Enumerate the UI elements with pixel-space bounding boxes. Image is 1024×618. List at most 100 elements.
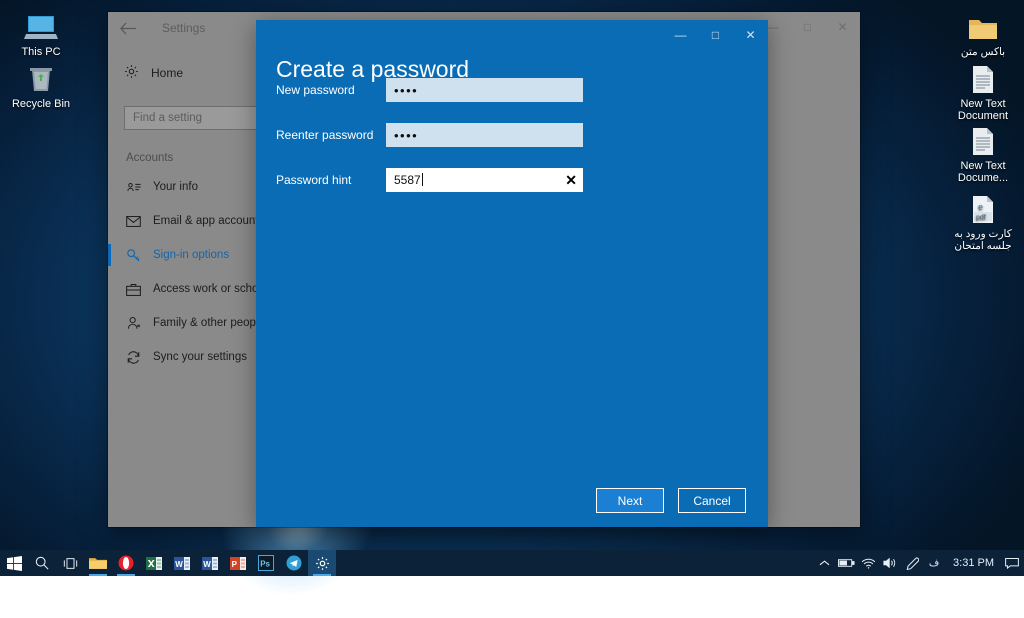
clear-icon[interactable]: ✕ (565, 173, 577, 187)
sidebar-home-label: Home (151, 66, 183, 80)
windows-logo-icon (7, 556, 22, 571)
maximize-button[interactable]: □ (790, 12, 825, 42)
sync-icon (126, 350, 141, 365)
svg-text:W: W (203, 560, 211, 569)
create-password-dialog[interactable]: — □ ✕ Create a password New password •••… (256, 20, 768, 527)
taskbar-clock[interactable]: 3:31 PM (945, 550, 1002, 576)
excel-icon (146, 556, 162, 571)
desktop-icon-label: Recycle Bin (12, 98, 70, 110)
password-hint-input[interactable]: 5587 ✕ (386, 168, 583, 192)
volume-icon[interactable] (879, 550, 901, 576)
photoshop-button[interactable]: Ps (252, 550, 280, 576)
dialog-minimize-button[interactable]: — (663, 20, 698, 50)
dialog-titlebar[interactable]: — □ ✕ (256, 20, 768, 52)
gear-icon (315, 556, 330, 571)
settings-window-title: Settings (162, 21, 205, 35)
cancel-button[interactable]: Cancel (678, 488, 746, 513)
key-icon (126, 248, 141, 263)
search-placeholder: Find a setting (133, 112, 202, 124)
dialog-close-button[interactable]: ✕ (733, 20, 768, 50)
task-view-button[interactable] (56, 550, 84, 576)
person-icon (126, 316, 141, 330)
battery-icon[interactable] (835, 550, 857, 576)
monitor-icon (21, 6, 61, 42)
desktop-icon-new-text-document[interactable]: New Text Document (946, 58, 1020, 122)
pen-icon[interactable] (901, 550, 923, 576)
password-hint-row: Password hint 5587 ✕ (276, 168, 583, 192)
svg-text:Ps: Ps (260, 560, 270, 569)
password-hint-value: 5587 (394, 173, 421, 187)
excel-button[interactable] (140, 550, 168, 576)
text-file-icon (963, 120, 1003, 156)
task-view-icon (63, 557, 78, 570)
desktop-icon-label: New Text Docume... (946, 160, 1020, 184)
taskbar[interactable]: W W P Ps (0, 550, 1024, 576)
new-password-value: •••• (394, 83, 418, 98)
new-password-input[interactable]: •••• (386, 78, 583, 102)
powerpoint-icon: P (230, 556, 246, 571)
envelope-icon (126, 216, 141, 227)
language-icon[interactable]: ف (923, 550, 945, 576)
new-password-label: New password (276, 83, 386, 97)
password-hint-label: Password hint (276, 173, 386, 187)
contact-card-icon (126, 181, 141, 193)
tray-chevron-icon[interactable] (813, 550, 835, 576)
text-caret (422, 173, 423, 186)
dialog-window-controls[interactable]: — □ ✕ (663, 20, 768, 50)
sidebar-item-label: Email & app accounts (153, 215, 264, 227)
desktop-icon-this-pc[interactable]: This PC (4, 6, 78, 58)
desktop-icon-label: باكس متن (961, 46, 1005, 58)
new-password-row: New password •••• (276, 78, 583, 102)
reenter-password-input[interactable]: •••• (386, 123, 583, 147)
reenter-password-value: •••• (394, 128, 418, 143)
start-button[interactable] (0, 550, 28, 576)
search-button[interactable] (28, 550, 56, 576)
back-arrow-icon[interactable] (108, 12, 148, 44)
desktop-icon-new-text-document-2[interactable]: New Text Docume... (946, 120, 1020, 184)
sidebar-item-label: Sign-in options (153, 249, 229, 261)
settings-window-controls[interactable]: — □ ✕ (755, 12, 860, 42)
search-icon (35, 556, 49, 570)
desktop-icon-label: کارت ورود به جلسه امتحان (946, 228, 1020, 252)
telegram-icon (286, 555, 302, 571)
desktop-icon-folder-baks-matn[interactable]: باكس متن (946, 6, 1020, 58)
opera-icon (118, 555, 134, 571)
notification-icon[interactable] (1002, 550, 1022, 576)
desktop-icon-recycle-bin[interactable]: Recycle Bin (4, 58, 78, 110)
desktop-icon-pdf-exam-card[interactable]: e pdf کارت ورود به جلسه امتحان (946, 188, 1020, 252)
sidebar-item-label: Your info (153, 181, 198, 193)
file-explorer-button[interactable] (84, 550, 112, 576)
svg-text:W: W (175, 560, 183, 569)
sidebar-item-label: Family & other people (153, 317, 265, 329)
wifi-icon[interactable] (857, 550, 879, 576)
pdf-file-icon: e pdf (963, 188, 1003, 224)
photoshop-icon: Ps (258, 555, 274, 571)
folder-icon (963, 6, 1003, 42)
desktop-icon-label: This PC (21, 46, 60, 58)
password-hint-value-wrap: 5587 (394, 173, 423, 187)
settings-taskbar-button[interactable] (308, 550, 336, 576)
text-file-icon (963, 58, 1003, 94)
dialog-maximize-button[interactable]: □ (698, 20, 733, 50)
folder-icon (89, 556, 107, 571)
sidebar-item-label: Access work or school (153, 283, 267, 295)
reenter-password-row: Reenter password •••• (276, 123, 583, 147)
sidebar-item-label: Sync your settings (153, 351, 247, 363)
word-button[interactable]: W (168, 550, 196, 576)
gear-icon (124, 64, 139, 82)
dialog-buttons: Next Cancel (596, 488, 746, 513)
close-button[interactable]: ✕ (825, 12, 860, 42)
reenter-password-label: Reenter password (276, 128, 386, 142)
system-tray[interactable]: ف 3:31 PM (813, 550, 1024, 576)
svg-text:e: e (978, 201, 983, 213)
svg-text:P: P (232, 560, 238, 569)
desktop-icon-label: New Text Document (946, 98, 1020, 122)
telegram-button[interactable] (280, 550, 308, 576)
word-icon: W (174, 556, 190, 571)
svg-text:pdf: pdf (976, 215, 986, 222)
next-button[interactable]: Next (596, 488, 664, 513)
powerpoint-button[interactable]: P (224, 550, 252, 576)
word2-button[interactable]: W (196, 550, 224, 576)
opera-button[interactable] (112, 550, 140, 576)
word-icon: W (202, 556, 218, 571)
